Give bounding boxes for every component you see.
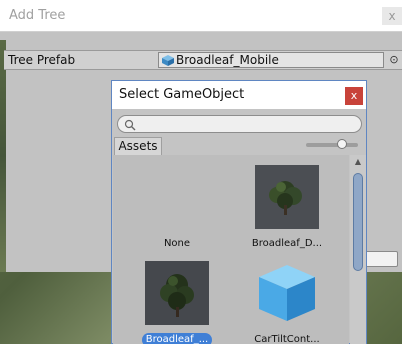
- tree-prefab-label: Tree Prefab: [8, 53, 76, 67]
- search-input[interactable]: [117, 115, 362, 133]
- select-gameobject-dialog: Select GameObject x Assets None Broadlea…: [111, 80, 367, 344]
- slider-handle[interactable]: [337, 139, 347, 149]
- grid-item-label-selected: Broadleaf_...: [142, 333, 212, 344]
- grid-item-label: Broadleaf_D...: [251, 238, 323, 249]
- add-tree-title: Add Tree: [9, 8, 66, 23]
- scene-strip: [0, 40, 6, 272]
- select-dialog-title: Select GameObject: [119, 87, 245, 102]
- tab-assets[interactable]: Assets: [114, 137, 162, 155]
- grid-item-cartiltcont[interactable]: CarTiltCont...: [237, 261, 337, 344]
- prefab-icon: [162, 55, 174, 66]
- grid-item-label: CarTiltCont...: [254, 334, 320, 344]
- grid-item-broadleaf-selected[interactable]: Broadleaf_...: [127, 261, 227, 344]
- grid-item-none[interactable]: None: [127, 165, 227, 255]
- grid-item-broadleaf-d[interactable]: Broadleaf_D...: [237, 165, 337, 255]
- tree-prefab-thumbnail-icon: [145, 261, 209, 325]
- tree-prefab-thumbnail-icon: [255, 165, 319, 229]
- scroll-up-arrow-icon[interactable]: ▲: [353, 157, 363, 167]
- select-dialog-titlebar: Select GameObject x: [112, 81, 366, 109]
- object-grid: None Broadleaf_D... Broadleaf_... CarTil…: [113, 155, 349, 344]
- grid-item-label: None: [163, 238, 191, 249]
- select-dialog-close-button[interactable]: x: [345, 87, 363, 105]
- tree-prefab-field[interactable]: Broadleaf_Mobile: [158, 52, 384, 68]
- cube-prefab-icon: [255, 261, 319, 325]
- scrollbar-thumb[interactable]: [353, 173, 363, 271]
- thumbnail-size-slider[interactable]: [306, 143, 358, 147]
- tree-prefab-value: Broadleaf_Mobile: [176, 53, 279, 67]
- object-picker-icon[interactable]: ⊙: [386, 52, 402, 68]
- add-tree-close-button[interactable]: x: [382, 7, 402, 25]
- add-button[interactable]: [362, 251, 398, 267]
- tree-prefab-row: Tree Prefab Broadleaf_Mobile ⊙: [4, 50, 402, 70]
- search-icon: [124, 119, 136, 131]
- add-tree-titlebar: Add Tree x: [0, 0, 402, 32]
- grid-scrollbar[interactable]: ▲: [350, 155, 366, 344]
